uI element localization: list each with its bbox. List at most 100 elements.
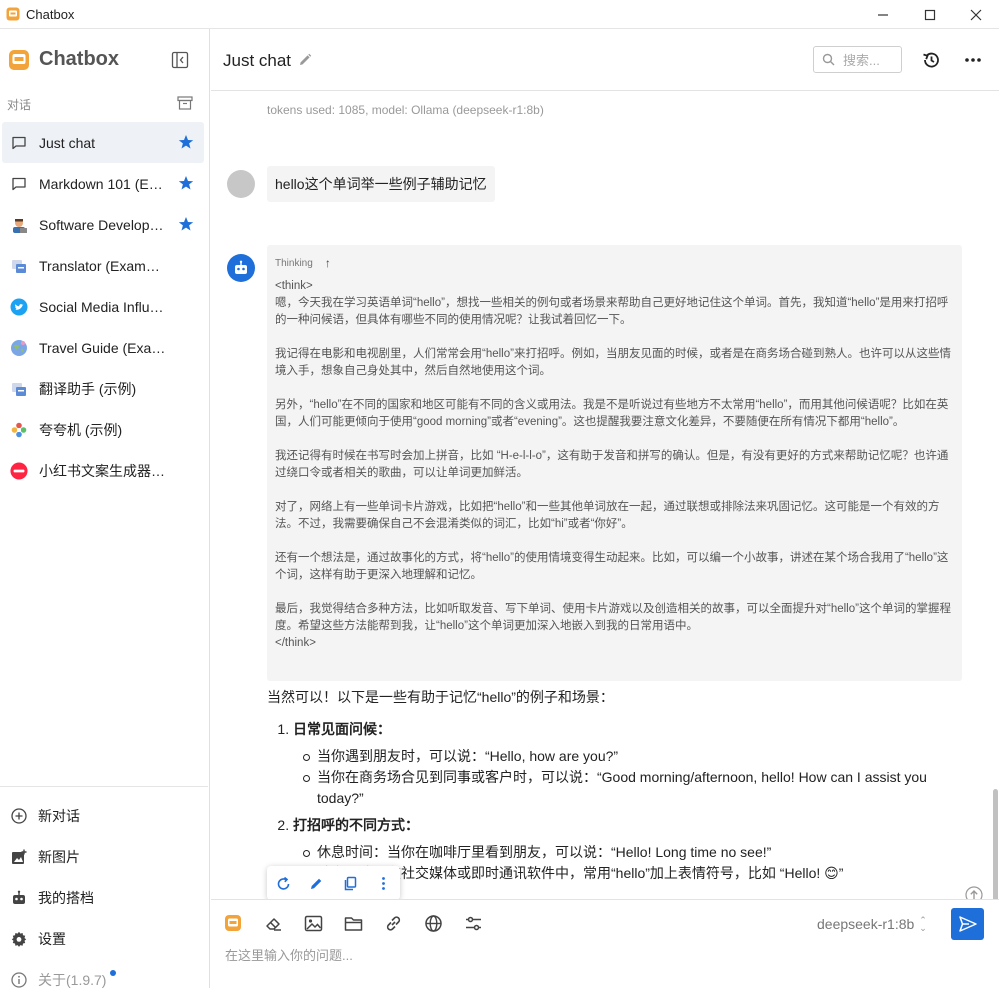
globe-avatar-icon: [10, 339, 28, 357]
conversation-item-social-media-influencer[interactable]: Social Media Influencer (Example): [0, 286, 210, 327]
conversation-label: Social Media Influencer (Example): [39, 298, 167, 315]
think-paragraph: 另外，“hello”在不同的国家和地区可能有不同的含义或用法。我是不是听说过有些…: [275, 399, 949, 428]
star-icon[interactable]: [178, 134, 194, 150]
minimize-icon: [878, 13, 888, 16]
conversation-label: 翻译助手 (示例): [39, 380, 137, 397]
search-icon: [822, 53, 835, 66]
copy-message-button[interactable]: [341, 874, 359, 892]
main-panel: Just chat 搜索... tokens used: 1085, model…: [211, 29, 999, 988]
gear-icon: [10, 930, 28, 948]
conversation-item-markdown-101[interactable]: Markdown 101 (Example): [0, 163, 210, 204]
robot-icon: [235, 260, 247, 274]
search-box[interactable]: 搜索...: [813, 46, 902, 73]
add-circle-icon: [10, 807, 28, 825]
translator-avatar-icon: [10, 380, 28, 398]
minimize-button[interactable]: [860, 0, 906, 29]
think-paragraph: 对了，网络上有一些单词卡片游戏，比如把“hello”和一些其他单词放在一起，通过…: [275, 501, 940, 530]
think-open-tag: <think>: [275, 280, 313, 292]
conversations-section-label: 对话: [7, 98, 32, 112]
window-title: Chatbox: [26, 6, 75, 22]
chatbox-button[interactable]: [223, 913, 243, 933]
conversation-item-fanyi-zhushou[interactable]: 翻译助手 (示例): [0, 368, 210, 409]
sidebar: Chatbox 对话 Just chat Markdown 101 (Examp…: [0, 29, 210, 988]
regenerate-button[interactable]: [275, 874, 293, 892]
maximize-icon: [924, 9, 936, 20]
think-paragraph: 嗯，今天我在学习英语单词“hello”，想找一些相关的例句或者场景来帮助自己更好…: [275, 297, 949, 326]
conversation-label: 小红书文案生成器 (示例): [39, 462, 167, 479]
thinking-block: Thinking ↑ <think> 嗯，今天我在学习英语单词“hello”，想…: [267, 245, 962, 681]
message-input[interactable]: [225, 948, 925, 963]
web-search-button[interactable]: [423, 913, 443, 933]
collapse-sidebar-icon[interactable]: [171, 51, 189, 69]
refresh-icon: [277, 876, 290, 890]
flower-avatar-icon: [10, 421, 28, 439]
composer-toolbar: [223, 913, 503, 933]
close-button[interactable]: [953, 0, 999, 29]
answer-bullet: 当你在商务场合见到同事或客户时，可以说：“Good morning/aftern…: [303, 767, 967, 809]
composer: deepseek-r1:8b ⌃ ⌄: [211, 899, 999, 988]
translator-avatar-icon: [10, 257, 28, 275]
answer-section-heading: 打招呼的不同方式：: [293, 817, 419, 833]
message-list: tokens used: 1085, model: Ollama (deepse…: [211, 91, 999, 899]
thinking-header[interactable]: Thinking ↑: [275, 255, 954, 272]
think-paragraph: 我还记得有时候在书写时会加上拼音，比如 “H-e-l-l-o”，这有助于发音和拼…: [275, 450, 949, 479]
new-chat-label: 新对话: [38, 807, 80, 824]
settings-button[interactable]: 设置: [0, 918, 210, 959]
conversation-item-travel-guide[interactable]: Travel Guide (Example): [0, 327, 210, 368]
new-chat-button[interactable]: 新对话: [0, 795, 210, 836]
sidebar-divider: [0, 786, 208, 787]
collapse-arrow-icon[interactable]: ↑: [325, 255, 331, 272]
chatbox-logo-icon: [225, 915, 241, 931]
attach-file-button[interactable]: [343, 913, 363, 933]
answer-intro: 当然可以！以下是一些有助于记忆“hello”的例子和场景：: [267, 689, 614, 705]
globe-icon: [424, 914, 442, 932]
clear-context-button[interactable]: [263, 913, 283, 933]
conversation-item-translator[interactable]: Translator (Example): [0, 245, 210, 286]
chevron-updown-icon: ⌃ ⌄: [919, 915, 927, 933]
think-paragraph: 还有一个想法是，通过故事化的方式，将“hello”的使用情境变得生动起来。比如，…: [275, 552, 949, 581]
conversation-item-just-chat[interactable]: Just chat: [2, 122, 204, 163]
answer-bullet: 社交媒体：在社交媒体或即时通讯软件中，常用“hello”加上表情符号，比如 “H…: [303, 863, 967, 884]
attach-image-button[interactable]: [303, 913, 323, 933]
image-icon: [304, 915, 322, 931]
think-close-tag: </think>: [275, 637, 316, 649]
conversation-item-kuakuaji[interactable]: 夸夸机 (示例): [0, 409, 210, 450]
thinking-label: Thinking: [275, 258, 313, 269]
star-icon[interactable]: [178, 175, 194, 191]
conversation-label: 夸夸机 (示例): [39, 421, 123, 438]
attach-link-button[interactable]: [383, 913, 403, 933]
history-icon[interactable]: [921, 50, 941, 70]
message-more-button[interactable]: [374, 874, 392, 892]
my-partner-label: 我的搭档: [38, 889, 94, 906]
message-scrollbar[interactable]: [993, 789, 998, 899]
edit-title-icon[interactable]: [298, 53, 312, 67]
new-image-button[interactable]: 新图片: [0, 836, 210, 877]
scroll-to-top-icon[interactable]: [965, 886, 983, 899]
archive-icon[interactable]: [177, 96, 193, 110]
chat-title: Just chat: [223, 51, 292, 70]
maximize-button[interactable]: [907, 0, 953, 29]
think-paragraph: 最后，我觉得结合多种方法，比如听取发音、写下单词、使用卡片游戏以及创造相关的故事…: [275, 603, 951, 632]
sidebar-bottom-menu: 新对话 新图片 我的搭档 设置 关于(1.9.7): [0, 795, 210, 1000]
add-image-icon: [10, 848, 28, 866]
conversation-item-xiaohongshu[interactable]: 小红书文案生成器 (示例): [0, 450, 210, 491]
star-icon[interactable]: [178, 216, 194, 232]
assistant-avatar: [227, 254, 255, 282]
send-button[interactable]: [951, 908, 984, 940]
pencil-icon: [311, 878, 322, 889]
my-partner-button[interactable]: 我的搭档: [0, 877, 210, 918]
about-button[interactable]: 关于(1.9.7): [0, 959, 210, 1000]
title-bar: Chatbox: [0, 0, 999, 29]
chat-settings-button[interactable]: [463, 913, 483, 933]
search-placeholder: 搜索...: [843, 53, 880, 68]
chat-bubble-icon: [10, 175, 28, 193]
more-options-icon[interactable]: [963, 50, 983, 70]
conversation-label: Markdown 101 (Example): [39, 175, 167, 192]
edit-message-button[interactable]: [308, 874, 326, 892]
conversation-label: Software Developer (Example): [39, 216, 167, 233]
about-label: 关于(1.9.7): [38, 971, 107, 988]
model-selector[interactable]: deepseek-r1:8b ⌃ ⌄: [817, 915, 927, 933]
user-avatar: [227, 170, 255, 198]
conversation-item-software-developer[interactable]: Software Developer (Example): [0, 204, 210, 245]
sliders-icon: [465, 916, 481, 930]
